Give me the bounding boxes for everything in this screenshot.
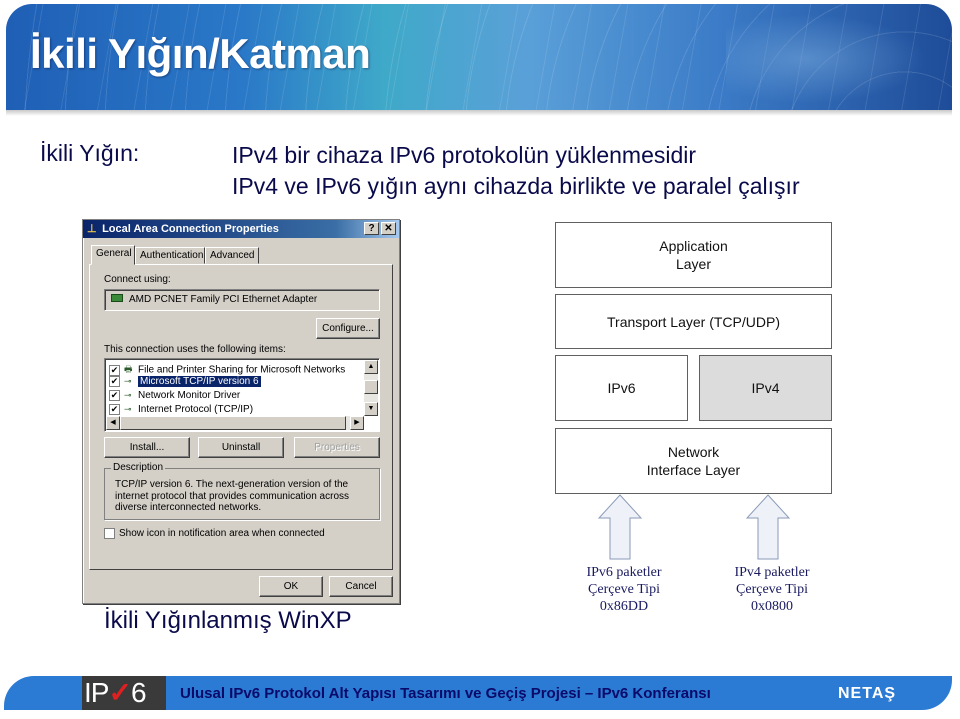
adapter-name: AMD PCNET Family PCI Ethernet Adapter [129, 294, 318, 305]
network-connection-icon: ⊥ [87, 223, 97, 235]
intro-line: IPv4 bir cihaza IPv6 protokolün yüklenme… [232, 142, 697, 168]
description-text: TCP/IP version 6. The next-generation ve… [115, 479, 350, 513]
item-checkbox[interactable]: ✔ [109, 390, 120, 401]
item-label: File and Printer Sharing for Microsoft N… [138, 364, 346, 376]
connect-using-label: Connect using: [104, 274, 171, 285]
up-arrow-icon [746, 494, 790, 560]
install-button[interactable]: Install... [104, 437, 190, 458]
list-item[interactable]: ✔ ⊸ Network Monitor Driver [109, 390, 240, 404]
network-interface-layer: Network Interface Layer [555, 428, 832, 494]
network-adapter-icon [111, 294, 123, 302]
intro-label: İkili Yığın: [40, 140, 140, 166]
banner-shadow [6, 110, 952, 116]
list-item[interactable]: ✔ ⊸ Microsoft TCP/IP version 6 [109, 376, 261, 390]
network-protocol-icon: ⊸ [124, 390, 132, 400]
scroll-up-button[interactable]: ▲ [364, 360, 378, 374]
logo-number: 6 [130, 677, 147, 708]
winxp-caption: İkili Yığınlanmış WinXP [104, 607, 352, 634]
intro-lines: IPv4 bir cihaza IPv6 protokolün yüklenme… [232, 140, 800, 202]
network-protocol-icon: ⊸ [124, 404, 132, 414]
tab-advanced[interactable]: Advanced [205, 247, 259, 264]
show-icon-option[interactable]: Show icon in notification area when conn… [104, 528, 325, 539]
packet-line: Çerçeve Tipi [588, 582, 660, 597]
scroll-down-button[interactable]: ▼ [364, 402, 378, 416]
dialog-title: Local Area Connection Properties [102, 223, 279, 235]
items-list: ✔ 🖶 File and Printer Sharing for Microsoft… [104, 358, 380, 432]
adapter-field: AMD PCNET Family PCI Ethernet Adapter [104, 289, 380, 311]
ipv6-logo: IP✓6 [82, 676, 166, 710]
packet-line: Çerçeve Tipi [736, 582, 808, 597]
checkmark-icon: ✓ [108, 677, 131, 708]
ok-button[interactable]: OK [259, 576, 323, 597]
footer-brand: NETAŞ [838, 685, 897, 702]
item-label: Microsoft TCP/IP version 6 [138, 376, 261, 388]
transport-layer: Transport Layer (TCP/UDP) [555, 294, 832, 349]
tab-general[interactable]: General [91, 245, 135, 265]
general-tab-panel: Connect using: AMD PCNET Family PCI Ethe… [89, 264, 393, 570]
item-checkbox[interactable]: ✔ [109, 364, 120, 376]
packet-line: 0x86DD [599, 599, 649, 614]
page-title: İkili Yığın/Katman [30, 30, 371, 77]
scroll-right-button[interactable]: ▶ [350, 416, 364, 430]
intro-line: IPv4 ve IPv6 yığın aynı cihazda birlikte… [232, 173, 800, 199]
close-button[interactable]: ✕ [381, 222, 396, 235]
ipv6-packet-label: IPv6 paketler Çerçeve Tipi 0x86DD [554, 564, 694, 615]
items-label: This connection uses the following items… [104, 344, 286, 355]
ipv4-layer: IPv4 [699, 355, 832, 421]
description-group: Description TCP/IP version 6. The next-g… [104, 462, 380, 520]
item-checkbox[interactable]: ✔ [109, 404, 120, 415]
list-item[interactable]: ✔ 🖶 File and Printer Sharing for Microsoft… [109, 362, 345, 376]
horizontal-scrollbar[interactable]: ◀ ▶ [106, 416, 364, 430]
tab-authentication[interactable]: Authentication [135, 247, 205, 264]
vertical-scrollbar-track[interactable] [364, 374, 378, 402]
horizontal-scroll-thumb[interactable] [120, 416, 346, 430]
scroll-left-button[interactable]: ◀ [106, 416, 120, 430]
application-layer: Application Layer [555, 222, 832, 288]
up-arrow-icon [598, 494, 642, 560]
show-icon-checkbox[interactable] [104, 528, 115, 539]
vertical-scroll-thumb[interactable] [364, 380, 378, 394]
item-label: Network Monitor Driver [138, 390, 241, 402]
logo-text: IP [84, 677, 109, 708]
item-checkbox[interactable]: ✔ [109, 376, 120, 387]
description-title: Description [111, 462, 166, 473]
footer-text: Ulusal IPv6 Protokol Alt Yapısı Tasarımı… [180, 685, 711, 702]
packet-line: IPv6 paketler [586, 565, 662, 580]
configure-button[interactable]: Configure... [316, 318, 380, 339]
packet-line: 0x0800 [751, 599, 793, 614]
cancel-button[interactable]: Cancel [329, 576, 393, 597]
ipv4-packet-label: IPv4 paketler Çerçeve Tipi 0x0800 [702, 564, 842, 615]
properties-button[interactable]: Properties [294, 437, 380, 458]
ipv6-layer: IPv6 [555, 355, 688, 421]
lan-properties-dialog: ⊥ Local Area Connection Properties ? ✕ G… [82, 219, 400, 604]
network-protocol-icon: ⊸ [124, 376, 132, 386]
help-button[interactable]: ? [364, 222, 379, 235]
item-label: Internet Protocol (TCP/IP) [138, 404, 254, 416]
uninstall-button[interactable]: Uninstall [198, 437, 284, 458]
dialog-titlebar[interactable]: ⊥ Local Area Connection Properties ? ✕ [83, 220, 399, 238]
show-icon-label: Show icon in notification area when conn… [119, 528, 325, 540]
packet-line: IPv4 paketler [734, 565, 810, 580]
